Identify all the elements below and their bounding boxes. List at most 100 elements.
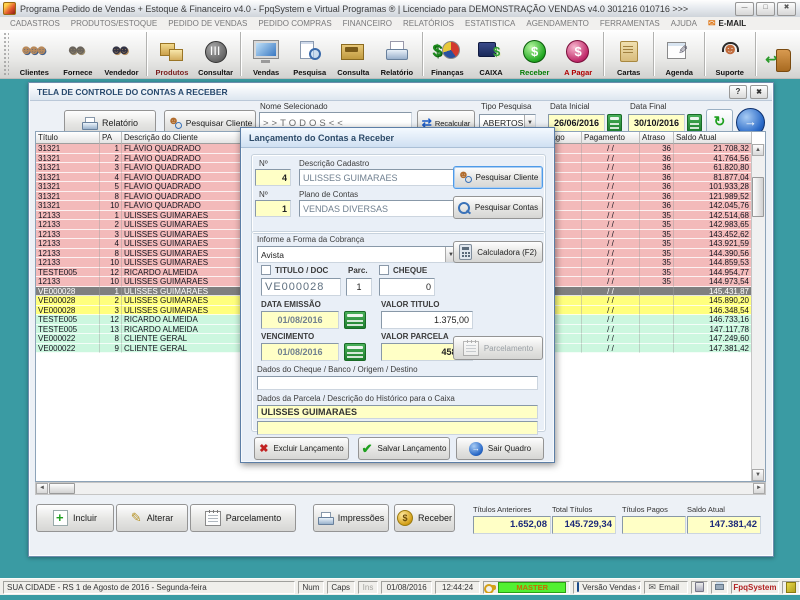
modal-parcelamento-button[interactable]: Parcelamento [453, 336, 543, 360]
menu-item-estatistica[interactable]: ESTATISTICA [465, 19, 515, 28]
scroll-right-arrow[interactable] [753, 483, 765, 494]
panel-title: TELA DE CONTROLE DO CONTAS A RECEBER [37, 87, 228, 97]
vencimento-field[interactable]: 01/08/2016 [261, 343, 339, 361]
horizontal-scroll-thumb[interactable] [49, 483, 75, 494]
caixa-button[interactable]: CAIXA [469, 30, 513, 78]
status-version: Versão Vendas 4.0 [573, 581, 641, 594]
table-cell: 36 [640, 173, 674, 183]
table-cell [640, 306, 674, 316]
column-header-atraso[interactable]: Atraso [640, 132, 674, 144]
cheque-label: CHEQUE [393, 266, 427, 275]
scroll-down-arrow[interactable] [752, 469, 764, 481]
sair-app-button[interactable] [758, 30, 800, 78]
receber-toolbar-button[interactable]: Receber [513, 30, 557, 78]
toolbar-separator [603, 32, 604, 76]
calendar-icon[interactable] [607, 114, 622, 132]
menu-item-financeiro[interactable]: FINANCEIRO [343, 19, 392, 28]
calculadora-button[interactable]: Calculadora (F2) [453, 241, 543, 263]
suporte-icon [715, 37, 745, 67]
dados-cheque-field[interactable] [257, 376, 538, 390]
cheque-checkbox[interactable] [379, 265, 389, 275]
suporte-button[interactable]: Suporte [708, 30, 752, 78]
consultar-button[interactable]: Consultar [194, 30, 238, 78]
vendas-button[interactable]: Vendas [244, 30, 288, 78]
scroll-up-arrow[interactable] [752, 144, 764, 156]
table-cell: / / [582, 144, 640, 154]
parc-field[interactable]: 1 [346, 278, 372, 296]
data-emissao-field[interactable]: 01/08/2016 [261, 311, 339, 329]
table-cell: 12133 [36, 239, 100, 249]
vertical-scrollbar[interactable] [751, 144, 765, 481]
valor-titulo-field[interactable]: 1.375,00 [381, 311, 473, 329]
column-header-pa[interactable]: PA [100, 132, 122, 144]
column-header-t-tulo[interactable]: Título [36, 132, 100, 144]
titulo-doc-field[interactable]: VE000028 [261, 278, 341, 296]
impressoes-button[interactable]: Impressões [313, 504, 389, 532]
modal-pesquisar-cliente-button[interactable]: Pesquisar Cliente [453, 166, 543, 189]
numero-plano-field[interactable]: 1 [255, 200, 291, 217]
plano-contas-field[interactable]: VENDAS DIVERSAS [299, 200, 461, 217]
salvar-lancamento-button[interactable]: Salvar Lançamento [358, 437, 450, 460]
menu-item-cadastros[interactable]: CADASTROS [10, 19, 60, 28]
column-header-pagamento[interactable]: Pagamento [582, 132, 640, 144]
column-header-saldo-atual[interactable]: Saldo Atual [674, 132, 752, 144]
menu-item-ajuda[interactable]: AJUDA [671, 19, 697, 28]
financas-button[interactable]: Finanças [426, 30, 470, 78]
data-inicial-field[interactable]: 26/06/2016 [548, 114, 605, 132]
parcelamento-button[interactable]: Parcelamento [190, 504, 296, 532]
receber-button[interactable]: Receber [394, 504, 455, 532]
calendar-icon[interactable] [344, 343, 366, 361]
scroll-left-arrow[interactable] [36, 483, 48, 494]
calendar-icon[interactable] [344, 311, 366, 329]
vendedor-button[interactable]: Vendedor [100, 30, 144, 78]
consulta-button[interactable]: Consulta [331, 30, 375, 78]
descricao-cadastro-field[interactable]: ULISSES GUIMARAES [299, 169, 461, 186]
pesquisa-button[interactable]: Pesquisa [288, 30, 332, 78]
red-x-icon [259, 442, 268, 455]
status-caps: Caps [327, 581, 355, 594]
calendar-icon[interactable] [687, 114, 702, 132]
horizontal-scrollbar[interactable] [35, 482, 766, 495]
maximize-button[interactable] [756, 2, 775, 16]
menu-item-e-mail[interactable]: ✉E-MAIL [708, 19, 746, 28]
help-button[interactable] [729, 85, 747, 99]
table-cell: 1 [100, 287, 122, 297]
incluir-button[interactable]: Incluir [36, 504, 114, 532]
relatorio-toolbar-button[interactable]: Relatório [375, 30, 419, 78]
agenda-button[interactable]: Agenda [657, 30, 701, 78]
historico-field-1[interactable]: ULISSES GUIMARAES [257, 405, 538, 419]
cheque-field[interactable]: 0 [379, 278, 435, 296]
historico-field-2[interactable] [257, 421, 538, 435]
forma-cobranca-select[interactable]: Avista [257, 246, 457, 263]
table-cell: TESTE005 [36, 268, 100, 278]
apagar-button[interactable]: A Pagar [556, 30, 600, 78]
produtos-button[interactable]: Produtos [150, 30, 194, 78]
menu-item-pedido-compras[interactable]: PEDIDO COMPRAS [258, 19, 331, 28]
menu-item-produtos-estoque[interactable]: PRODUTOS/ESTOQUE [71, 19, 157, 28]
panel-close-button[interactable] [750, 85, 768, 99]
tipo-pesquisa-label: Tipo Pesquisa [481, 102, 531, 111]
status-email[interactable]: Email [644, 581, 688, 594]
alterar-button[interactable]: Alterar [116, 504, 188, 532]
table-cell: 12133 [36, 211, 100, 221]
data-final-field[interactable]: 30/10/2016 [628, 114, 685, 132]
excluir-lancamento-button[interactable]: Excluir Lançamento [254, 437, 349, 460]
sair-quadro-button[interactable]: Sair Quadro [456, 437, 544, 460]
table-cell: 35 [640, 211, 674, 221]
table-cell: 35 [640, 277, 674, 287]
table-cell: 5 [100, 182, 122, 192]
clientes-button[interactable]: Clientes [12, 30, 56, 78]
numero-cadastro-field[interactable]: 4 [255, 169, 291, 186]
fornecedor-button[interactable]: Fornece [56, 30, 100, 78]
pesquisar-contas-button[interactable]: Pesquisar Contas [453, 196, 543, 219]
menu-item-relat-rios[interactable]: RELATÓRIOS [403, 19, 454, 28]
menu-item-pedido-de-vendas[interactable]: PEDIDO DE VENDAS [168, 19, 247, 28]
titulo-doc-checkbox[interactable] [261, 265, 271, 275]
close-button[interactable] [777, 2, 796, 16]
minimize-button[interactable] [735, 2, 754, 16]
cartas-button[interactable]: Cartas [607, 30, 651, 78]
menu-item-ferramentas[interactable]: FERRAMENTAS [600, 19, 660, 28]
menubar: CADASTROS PRODUTOS/ESTOQUE PEDIDO DE VENDA… [0, 17, 800, 31]
menu-item-agendamento[interactable]: AGENDAMENTO [526, 19, 589, 28]
vertical-scroll-thumb[interactable] [752, 177, 764, 217]
